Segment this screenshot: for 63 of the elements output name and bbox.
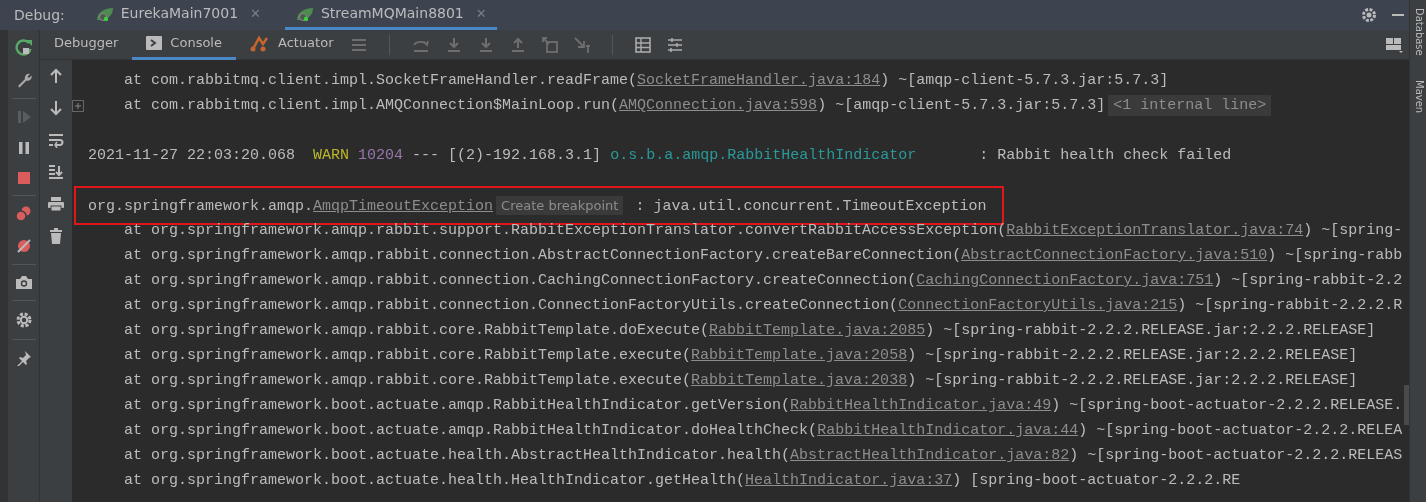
source-link[interactable]: HealthIndicator.java:37: [745, 472, 953, 489]
log-line: org.springframework.amqp.AmqpTimeoutException Create breakpoint : java.util.concurrent.TimeoutException: [88, 195, 987, 217]
console-icon: [146, 36, 163, 50]
print-icon[interactable]: [47, 196, 65, 212]
source-link[interactable]: AbstractHealthIndicator.java:82: [790, 447, 1070, 464]
settings-icon[interactable]: [1361, 7, 1377, 23]
source-link[interactable]: AbstractConnectionFactory.java:510: [961, 247, 1268, 264]
stack-trace-line: at org.springframework.amqp.rabbit.connection.ConnectionFactoryUtils.createConnection(ConnectionFactoryUtils.java:215) ~[spring-rabbit-2.2.2.R: [124, 296, 1403, 316]
down-arrow-icon[interactable]: [49, 100, 63, 116]
close-icon[interactable]: ✕: [250, 3, 261, 24]
table-icon[interactable]: [635, 36, 652, 53]
stack-trace-line: at org.springframework.amqp.rabbit.connection.AbstractConnectionFactory.createBareConnection(AbstractConnectionFactory.java:510) ~[spring-rabb: [124, 246, 1403, 266]
stack-trace-line: at org.springframework.amqp.rabbit.core.RabbitTemplate.execute(RabbitTemplate.java:2038) ~[spring-rabbit-2.2.2.RELEASE.jar:2.2.2.RELEASE]: [124, 371, 1358, 391]
breakpoints-icon[interactable]: [14, 206, 33, 222]
leaf-icon: [294, 5, 315, 22]
tool-tab[interactable]: Debugger: [40, 29, 133, 60]
camera-icon[interactable]: [14, 275, 33, 290]
source-link[interactable]: RabbitTemplate.java:2085: [709, 322, 926, 339]
layout-icon[interactable]: [1385, 36, 1403, 53]
source-link[interactable]: RabbitHealthIndicator.java:44: [817, 422, 1079, 439]
stack-trace-line: at org.springframework.boot.actuate.amqp.RabbitHealthIndicator.getVersion(RabbitHealthIndicator.java:49) ~[spring-boot-actuator-2.2.2.RELEASE.: [124, 396, 1403, 416]
source-link[interactable]: RabbitExceptionTranslator.java:74: [1006, 222, 1304, 239]
stack-trace-line: at org.springframework.amqp.rabbit.core.RabbitTemplate.execute(RabbitTemplate.java:2058) ~[spring-rabbit-2.2.2.RELEASE.jar:2.2.2.RELEASE]: [124, 346, 1358, 366]
pause-icon[interactable]: [16, 141, 31, 155]
source-link[interactable]: SocketFrameHandler.java:184: [637, 72, 881, 89]
inline-hint[interactable]: Create breakpoint: [496, 196, 624, 215]
panel-title: Debug:: [13, 5, 66, 25]
trace-settings-icon[interactable]: [667, 37, 684, 52]
stack-trace-line: at org.springframework.amqp.rabbit.core.RabbitTemplate.doExecute(RabbitTemplate.java:2085) ~[spring-rabbit-2.2.2.RELEASE.jar:2.2.2.RELEASE]: [124, 321, 1376, 341]
stack-trace-line: at org.springframework.boot.actuate.amqp.RabbitHealthIndicator.doHealthCheck(RabbitHealthIndicator.java:44) ~[spring-boot-actuator-2.2.2.RELEA: [124, 421, 1403, 441]
expand-icon[interactable]: [72, 99, 84, 112]
actuator-icon: [249, 34, 270, 52]
source-link[interactable]: RabbitTemplate.java:2058: [691, 347, 908, 364]
scroll-to-end-icon[interactable]: [48, 164, 64, 180]
source-link[interactable]: AmqpTimeoutException: [313, 198, 494, 215]
soft-wrap-icon[interactable]: [48, 132, 64, 148]
source-link[interactable]: CachingConnectionFactory.java:751: [916, 272, 1214, 289]
stack-trace-line: at com.rabbitmq.client.impl.SocketFrameHandler.readFrame(SocketFrameHandler.java:184) ~[amqp-client-5.7.3.jar:5.7.3]: [124, 71, 1169, 91]
source-link[interactable]: RabbitTemplate.java:2038: [691, 372, 908, 389]
leaf-icon: [94, 5, 115, 22]
run-tab[interactable]: EurekaMain7001 ✕: [84, 0, 271, 30]
source-link[interactable]: ConnectionFactoryUtils.java:215: [898, 297, 1178, 314]
settings-icon[interactable]: [14, 311, 33, 329]
stop-icon[interactable]: [16, 171, 31, 185]
stack-trace-line: at org.springframework.amqp.rabbit.connection.CachingConnectionFactory.createConnection(CachingConnectionFactory.java:751) ~[spring-rabbit-2.2: [124, 271, 1403, 291]
tool-window-tab[interactable]: Maven: [1410, 79, 1426, 113]
trash-icon[interactable]: [49, 228, 63, 244]
stack-trace-line: at org.springframework.boot.actuate.health.AbstractHealthIndicator.health(AbstractHealthIndicator.java:82) ~[spring-boot-actuator-2.2.2.RELEAS: [124, 446, 1403, 466]
rerun-icon[interactable]: [14, 38, 33, 56]
source-link[interactable]: RabbitHealthIndicator.java:49: [790, 397, 1052, 414]
up-arrow-icon[interactable]: [49, 68, 63, 84]
pin-icon[interactable]: [15, 350, 32, 366]
mute-breakpoints-icon[interactable]: [15, 238, 32, 254]
scrollbar-thumb[interactable]: [1404, 385, 1409, 425]
stack-trace-line: at org.springframework.boot.actuate.health.HealthIndicator.getHealth(HealthIndicator.java:37) [spring-boot-actuator-2.2.2.RE: [124, 471, 1241, 491]
tool-tab[interactable]: Actuator: [235, 29, 348, 60]
inline-hint[interactable]: <1 internal line>: [1108, 95, 1272, 116]
close-icon[interactable]: ✕: [475, 3, 487, 24]
log-line: 2021-11-27 22:03:20.068 WARN 10204 --- [(2)-192.168.3.1] o.s.b.a.amqp.RabbitHealthIndicator : Rabbit health check failed: [88, 146, 1232, 166]
stack-trace-line: at com.rabbitmq.client.impl.AMQConnection$MainLoop.run(AMQConnection.java:598) ~[amqp-client-5.7.3.jar:5.7.3] <1 internal line>: [124, 93, 1275, 118]
stack-trace-line: at org.springframework.amqp.rabbit.support.RabbitExceptionTranslator.convertRabbitAccessException(RabbitExceptionTranslator.java:74) ~[spring-: [124, 221, 1403, 241]
tool-window-tab[interactable]: Database: [1410, 8, 1426, 56]
source-link[interactable]: AMQConnection.java:598: [619, 97, 818, 114]
